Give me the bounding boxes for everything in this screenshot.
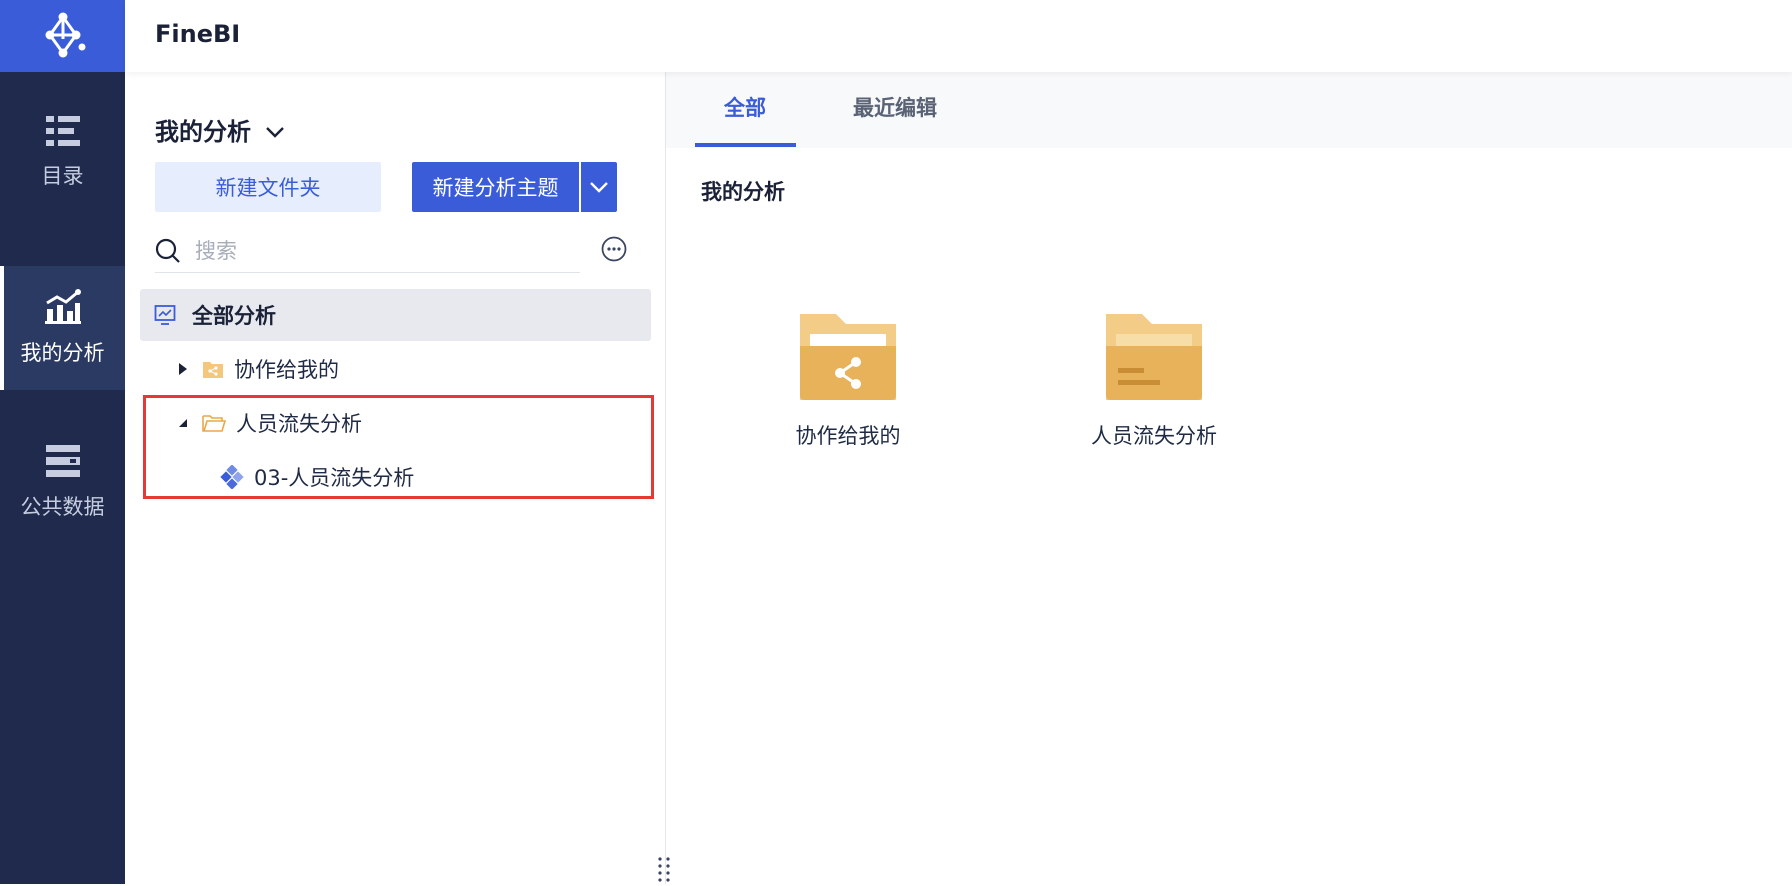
analysis-panel: 我的分析 新建文件夹 新建分析主题 搜索 全部分析 协作给我的 人员流失分析 0… [125, 72, 670, 884]
nav-label-public-data: 公共数据 [20, 495, 105, 519]
search-input[interactable] [193, 238, 557, 264]
folder-card-attrition[interactable]: 人员流失分析 [1059, 310, 1249, 450]
tab-all[interactable]: 全部 [724, 92, 766, 122]
brand-title: FineBI [155, 20, 241, 48]
active-tab-indicator [695, 143, 796, 147]
nav-item-my-analysis[interactable]: 我的分析 [0, 266, 125, 390]
drag-handle-icon [658, 857, 670, 882]
folder-card-shared[interactable]: 协作给我的 [753, 310, 943, 450]
nav-item-public-data[interactable]: 公共数据 [0, 420, 125, 544]
new-theme-button[interactable]: 新建分析主题 [412, 162, 579, 212]
dashboard-icon [154, 305, 176, 325]
section-title: 我的分析 [701, 180, 785, 204]
folder-icon [1106, 314, 1202, 400]
search-icon [155, 238, 180, 263]
panel-title-text: 我的分析 [155, 118, 251, 146]
top-header: FineBI [125, 0, 1792, 72]
logo-icon [45, 12, 85, 58]
tree-item-all-analysis[interactable]: 全部分析 [140, 289, 651, 341]
more-options-icon [601, 236, 627, 262]
tree-label: 全部分析 [192, 304, 276, 328]
analysis-chart-icon [44, 289, 81, 324]
nav-item-catalog[interactable]: 目录 [0, 90, 125, 214]
chevron-down-icon [266, 126, 284, 138]
folder-card-label: 人员流失分析 [1091, 424, 1217, 448]
caret-down-icon[interactable] [176, 418, 188, 428]
folder-card-label: 协作给我的 [795, 424, 901, 448]
tree-item-attrition-theme[interactable]: 03-人员流失分析 [140, 451, 651, 503]
tree-item-attrition-folder[interactable]: 人员流失分析 [140, 397, 651, 449]
new-folder-button[interactable]: 新建文件夹 [155, 162, 381, 212]
public-data-icon [45, 445, 80, 477]
app-logo[interactable] [0, 0, 125, 72]
chevron-down-icon [590, 182, 608, 193]
caret-right-icon[interactable] [178, 362, 188, 376]
nav-label-my-analysis: 我的分析 [20, 341, 105, 365]
panel-title[interactable]: 我的分析 [155, 112, 285, 147]
tab-recent-edit[interactable]: 最近编辑 [853, 92, 937, 122]
shared-folder-icon [800, 314, 896, 400]
content-tabs: 全部 最近编辑 [666, 72, 1792, 148]
tree-label: 人员流失分析 [236, 412, 362, 436]
left-nav: 目录 我的分析 公共数据 [0, 0, 125, 884]
nav-label-catalog: 目录 [41, 164, 84, 188]
tree-label: 03-人员流失分析 [254, 466, 415, 490]
analysis-theme-icon [220, 465, 244, 489]
more-options-button[interactable] [601, 236, 627, 266]
catalog-icon [45, 116, 80, 146]
search-box [155, 230, 580, 273]
tree-label: 协作给我的 [234, 358, 339, 382]
open-folder-icon [202, 415, 226, 432]
new-theme-dropdown-button[interactable] [581, 162, 617, 212]
tree-item-shared-to-me[interactable]: 协作给我的 [140, 343, 651, 395]
panel-resize-handle[interactable] [656, 856, 672, 886]
shared-folder-icon [203, 362, 223, 378]
